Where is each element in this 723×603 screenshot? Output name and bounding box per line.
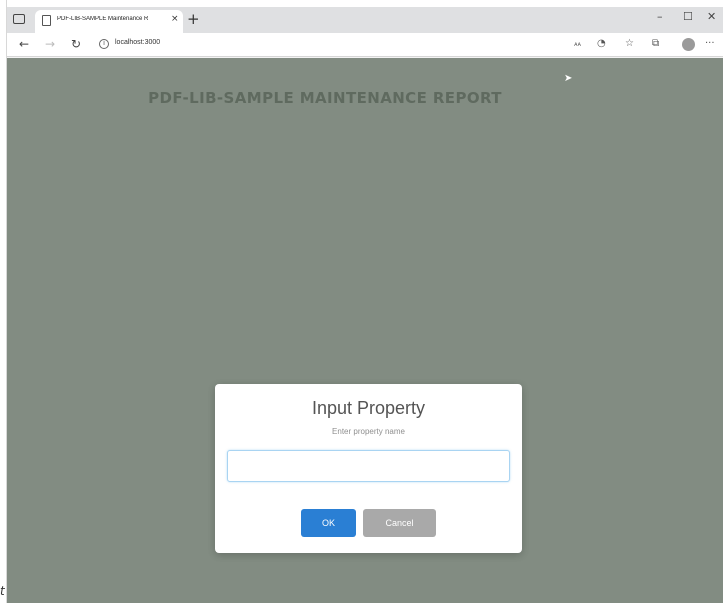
reader-view-icon[interactable]: ᴀᴀ	[574, 41, 581, 48]
more-icon[interactable]: ···	[705, 38, 715, 49]
back-button[interactable]: ←	[19, 37, 29, 51]
favorites-icon[interactable]: ☆	[625, 38, 634, 49]
browser-window: PDF-LIB-SAMPLE Maintenance R × + – ☐ ✕ ←…	[7, 7, 723, 603]
page-icon	[42, 15, 51, 26]
tab-title: PDF-LIB-SAMPLE Maintenance R	[57, 16, 149, 22]
tracking-icon[interactable]: ◔	[597, 38, 606, 49]
address-bar: ← → ↻ i localhost:3000 ᴀᴀ ◔ ☆ ⧉ ···	[7, 33, 723, 57]
new-tab-button[interactable]: +	[187, 10, 200, 28]
profile-icon[interactable]	[682, 38, 695, 51]
tab-actions-icon[interactable]	[13, 14, 25, 24]
desktop-edge	[0, 0, 7, 603]
corner-text: t	[0, 584, 5, 598]
page-viewport: PDF-LIB-SAMPLE MAINTENANCE REPORT ➤ Inpu…	[7, 58, 723, 603]
collections-icon[interactable]: ⧉	[652, 38, 659, 49]
input-property-dialog: Input Property Enter property name OK Ca…	[215, 384, 522, 553]
forward-button[interactable]: →	[45, 37, 55, 51]
mouse-cursor-icon: ➤	[564, 73, 573, 84]
refresh-button[interactable]: ↻	[71, 37, 81, 51]
browser-tab[interactable]: PDF-LIB-SAMPLE Maintenance R ×	[35, 10, 183, 33]
info-icon[interactable]: i	[99, 39, 109, 49]
close-window-button[interactable]: ✕	[707, 10, 716, 23]
maximize-button[interactable]: ☐	[683, 10, 693, 23]
url-field[interactable]: localhost:3000	[115, 39, 160, 46]
cancel-button[interactable]: Cancel	[363, 509, 436, 537]
property-name-input[interactable]	[227, 450, 510, 482]
ok-button[interactable]: OK	[301, 509, 356, 537]
minimize-button[interactable]: –	[657, 10, 663, 23]
tab-close-icon[interactable]: ×	[171, 14, 179, 24]
dialog-title: Input Property	[311, 398, 426, 418]
title-bar: PDF-LIB-SAMPLE Maintenance R × + – ☐ ✕	[7, 7, 723, 33]
page-title: PDF-LIB-SAMPLE MAINTENANCE REPORT	[148, 89, 502, 107]
dialog-subtitle: Enter property name	[332, 427, 405, 436]
